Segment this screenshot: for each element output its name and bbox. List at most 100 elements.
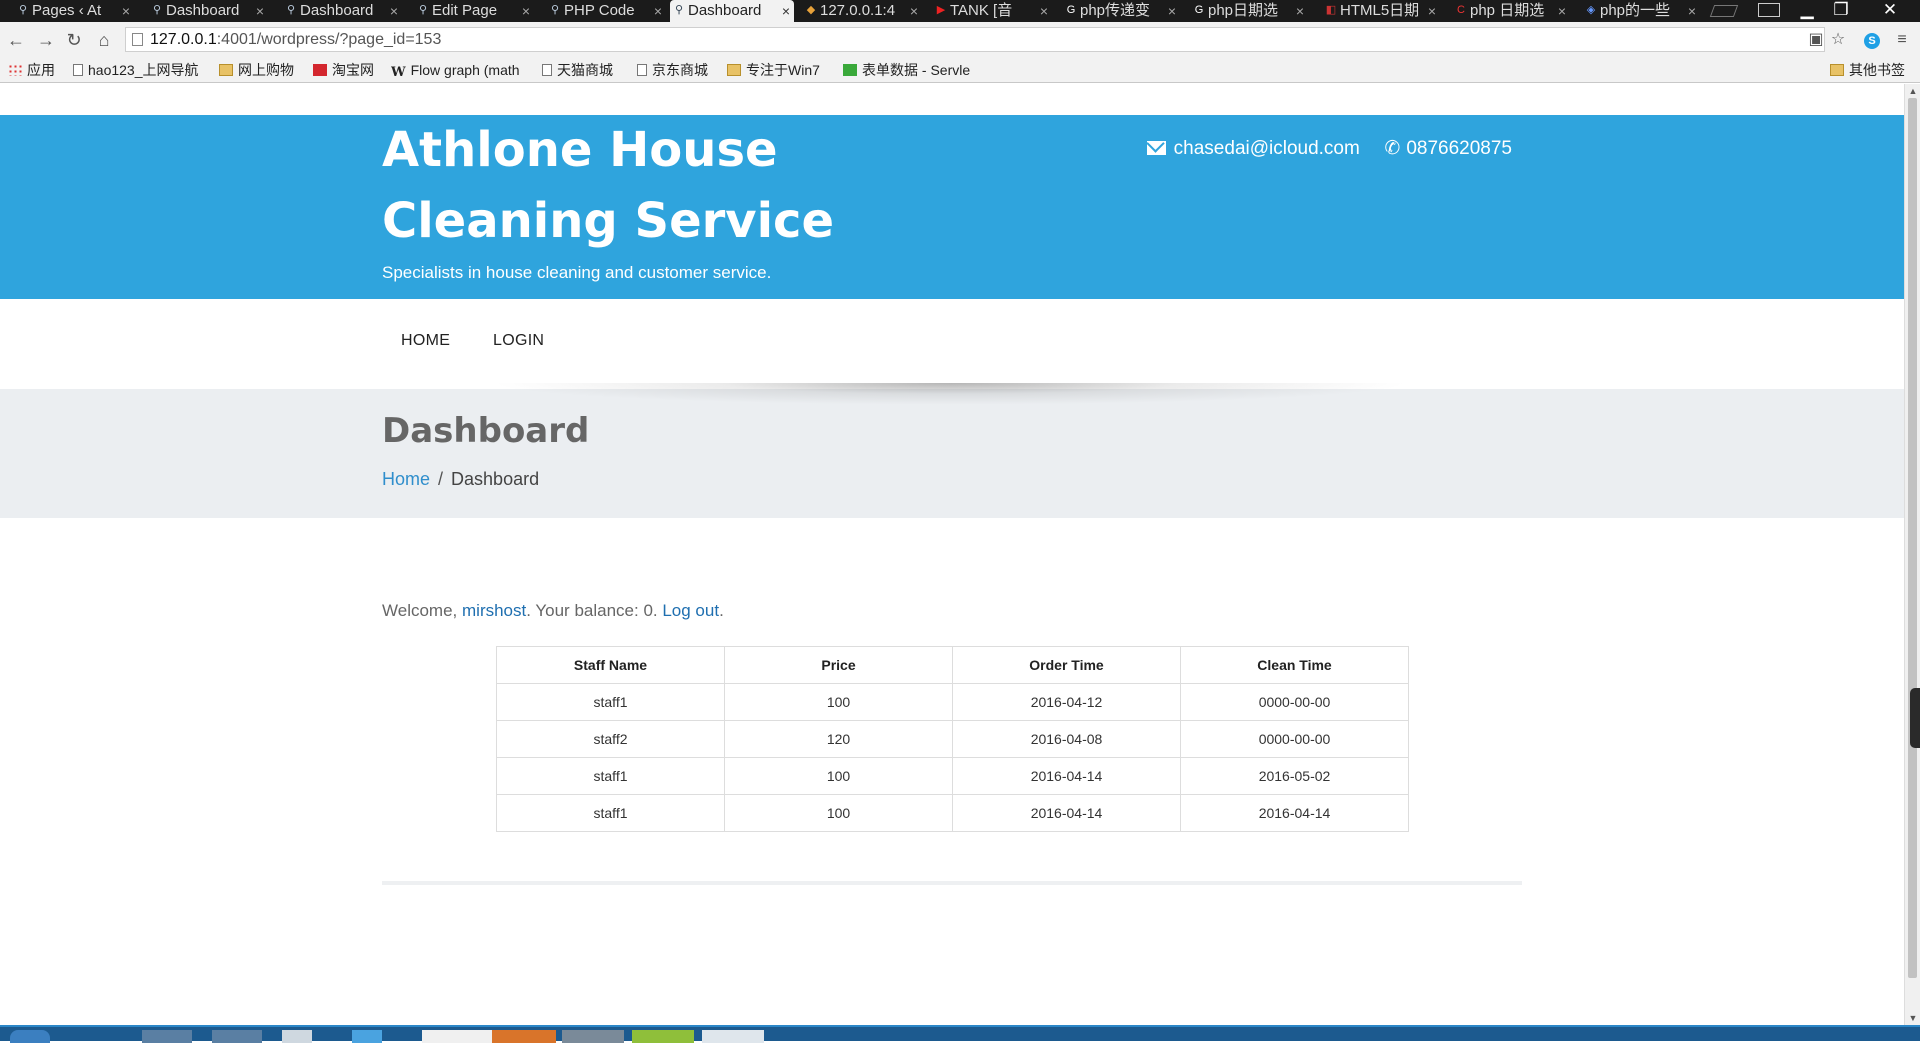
youtube-icon: ▶ xyxy=(936,4,946,16)
tab-label: Dashboard xyxy=(166,2,240,19)
restore-button[interactable]: ❐ xyxy=(1824,0,1858,22)
wordpress-icon: ⚲ xyxy=(286,4,296,16)
bookmark-label: hao123_上网导航 xyxy=(88,62,199,78)
staff-name-cell: staff1 xyxy=(496,794,725,832)
browser-tab[interactable]: C php 日期选 × xyxy=(1452,0,1570,22)
close-icon[interactable]: × xyxy=(654,0,662,22)
new-tab-button[interactable] xyxy=(1708,0,1740,22)
close-icon[interactable]: × xyxy=(782,0,790,22)
browser-tab[interactable]: ⚲ Pages ‹ At × xyxy=(14,0,134,22)
taskbar-app-button[interactable] xyxy=(422,1030,492,1043)
close-window-button[interactable]: ✕ xyxy=(1870,0,1910,22)
scrollbar-thumb[interactable] xyxy=(1908,98,1917,978)
nav-item-login[interactable]: LOGIN xyxy=(493,332,544,350)
bookmark-other[interactable]: 其他书签 xyxy=(1830,58,1905,83)
bookmark-star-button[interactable]: ☆ xyxy=(1828,30,1848,50)
column-header: Price xyxy=(724,646,953,684)
browser-tab[interactable]: ◈ php的一些 × xyxy=(1582,0,1700,22)
breadcrumb-home-link[interactable]: Home xyxy=(382,469,430,489)
browser-tab[interactable]: ▶ TANK [音 × xyxy=(932,0,1052,22)
close-icon[interactable]: × xyxy=(1688,0,1696,22)
browser-tab[interactable]: ⚲ PHP Code × xyxy=(546,0,666,22)
google-icon: G xyxy=(1066,4,1076,16)
taskbar-app-button[interactable] xyxy=(702,1030,764,1043)
close-icon[interactable]: × xyxy=(256,0,264,22)
order-time-cell: 2016-04-14 xyxy=(952,757,1181,795)
browser-tab[interactable]: G php日期选 × xyxy=(1190,0,1308,22)
username-link[interactable]: mirshost xyxy=(462,601,526,620)
contact-email[interactable]: chasedai@icloud.com xyxy=(1174,138,1360,159)
csdn-icon: C xyxy=(1457,4,1465,16)
page-icon xyxy=(132,33,143,46)
close-icon[interactable]: × xyxy=(1296,0,1304,22)
skype-extension-button[interactable]: S xyxy=(1862,30,1882,50)
forms-icon xyxy=(843,64,857,76)
browser-toolbar: ← → ↻ ⌂ 127.0.0.1:4001/wordpress/?page_i… xyxy=(0,22,1920,58)
hamburger-menu-icon: ≡ xyxy=(1897,31,1907,48)
taskbar-app-button[interactable] xyxy=(632,1030,694,1043)
browser-tab[interactable]: ⚲ Dashboard × xyxy=(282,0,402,22)
tab-label: php传递变 xyxy=(1080,2,1151,19)
minimize-button[interactable]: ▁ xyxy=(1790,0,1824,22)
start-button[interactable] xyxy=(10,1030,50,1043)
side-panel-handle[interactable] xyxy=(1910,688,1920,748)
contact-phone[interactable]: 0876620875 xyxy=(1406,138,1512,159)
translate-button[interactable]: ▣ xyxy=(1806,30,1826,50)
bookmarks-bar: 应用 hao123_上网导航 网上购物 淘宝网 W Flow graph (mat… xyxy=(0,58,1920,83)
taskbar-app-button[interactable] xyxy=(212,1030,262,1043)
taskbar-app-button[interactable] xyxy=(142,1030,192,1043)
taskbar-app-button[interactable] xyxy=(282,1030,312,1043)
browser-tab[interactable]: ◆ 127.0.0.1:4 × xyxy=(802,0,922,22)
nav-item-home[interactable]: HOME xyxy=(401,332,450,350)
taskbar-app-button[interactable] xyxy=(492,1030,556,1043)
bookmark-flow-graph[interactable]: W Flow graph (math xyxy=(391,58,531,83)
scroll-down-arrow-icon[interactable]: ▼ xyxy=(1907,1013,1919,1023)
close-icon[interactable]: × xyxy=(390,0,398,22)
bookmark-jd[interactable]: 京东商城 xyxy=(637,58,708,83)
address-bar[interactable]: 127.0.0.1:4001/wordpress/?page_id=153 xyxy=(125,27,1825,52)
tab-label: php日期选 xyxy=(1208,2,1279,19)
envelope-icon xyxy=(1146,141,1166,155)
close-icon[interactable]: × xyxy=(910,0,918,22)
back-button[interactable]: ← xyxy=(4,28,28,52)
browser-menu-button[interactable]: ≡ xyxy=(1892,30,1912,50)
tab-label: PHP Code xyxy=(564,2,635,19)
logout-link[interactable]: Log out xyxy=(662,601,719,620)
bookmark-hao123[interactable]: hao123_上网导航 xyxy=(73,58,208,83)
bookmark-taobao[interactable]: 淘宝网 xyxy=(313,58,374,83)
page-scrollbar[interactable]: ▲ ▼ xyxy=(1904,84,1920,1025)
browser-tab[interactable]: G php传递变 × xyxy=(1062,0,1180,22)
site-tagline: Specialists in house cleaning and custom… xyxy=(382,263,772,282)
bookmark-win7-folder[interactable]: 专注于Win7 xyxy=(727,58,820,83)
close-icon[interactable]: × xyxy=(1428,0,1436,22)
forward-button[interactable]: → xyxy=(34,28,58,52)
folder-icon xyxy=(727,64,741,76)
close-icon[interactable]: × xyxy=(1168,0,1176,22)
close-icon[interactable]: × xyxy=(122,0,130,22)
taskbar-app-button[interactable] xyxy=(352,1030,382,1043)
close-icon[interactable]: × xyxy=(1040,0,1048,22)
browser-tab[interactable]: ⚲ Dashboard × xyxy=(148,0,268,22)
close-icon[interactable]: × xyxy=(522,0,530,22)
bookmark-label: 京东商城 xyxy=(652,62,708,78)
scroll-up-arrow-icon[interactable]: ▲ xyxy=(1907,86,1919,96)
reload-button[interactable]: ↻ xyxy=(62,28,86,52)
bookmark-tmall[interactable]: 天猫商城 xyxy=(542,58,613,83)
bookmark-form-data[interactable]: 表单数据 - Servle xyxy=(843,58,979,83)
browser-tab-active[interactable]: ⚲ Dashboard × xyxy=(670,0,794,22)
wordpress-icon: ⚲ xyxy=(152,4,162,16)
browser-tab[interactable]: ◧ HTML5日期 × xyxy=(1322,0,1440,22)
close-icon[interactable]: × xyxy=(1558,0,1566,22)
user-profile-button[interactable] xyxy=(1752,0,1786,22)
phone-icon: ✆ xyxy=(1384,138,1401,159)
taskbar-app-button[interactable] xyxy=(562,1030,624,1043)
bookmark-shopping-folder[interactable]: 网上购物 xyxy=(219,58,294,83)
order-time-cell: 2016-04-12 xyxy=(952,683,1181,721)
welcome-text: . xyxy=(719,601,724,620)
site-title[interactable]: Athlone House Cleaning Service xyxy=(382,115,882,257)
bookmark-apps[interactable]: 应用 xyxy=(8,58,55,83)
home-button[interactable]: ⌂ xyxy=(92,28,116,52)
google-icon: G xyxy=(1194,4,1204,16)
browser-tab[interactable]: ⚲ Edit Page × xyxy=(414,0,534,22)
table-row: staff2 120 2016-04-08 0000-00-00 xyxy=(496,720,1409,758)
